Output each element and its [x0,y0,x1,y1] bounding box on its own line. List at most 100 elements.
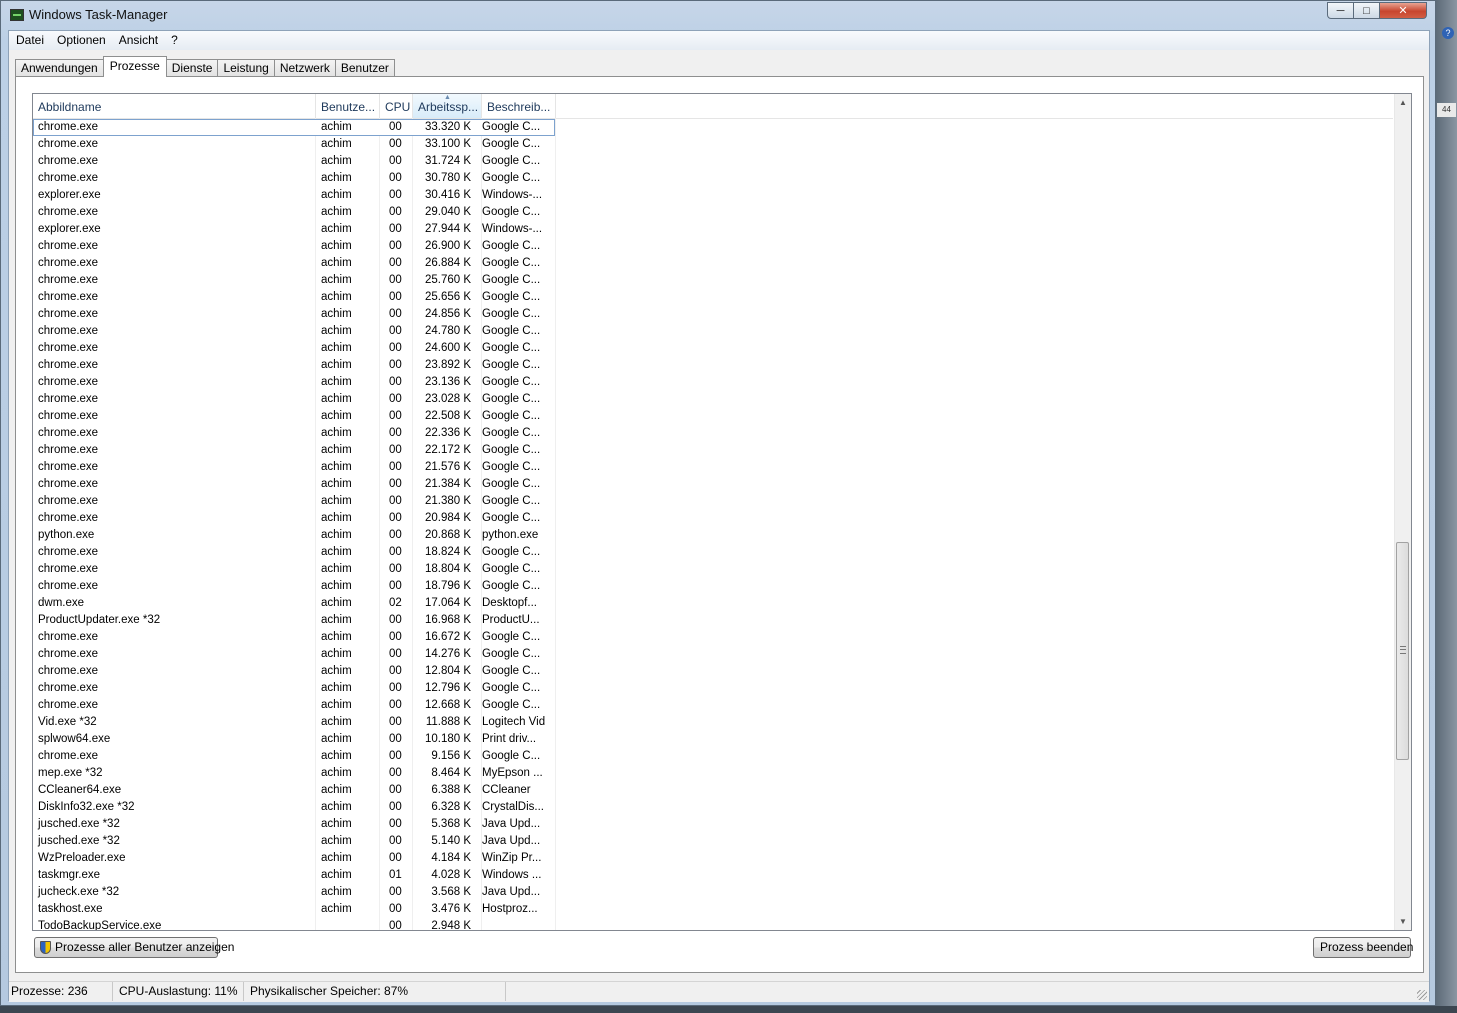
table-row[interactable]: chrome.exe achim 00 33.320 K Google C... [33,119,555,136]
cell-cpu: 00 [389,342,402,354]
tab-dienste[interactable]: Dienste [165,59,219,77]
cell-mem: 24.856 K [424,308,471,320]
table-row[interactable]: jusched.exe *32 achim 00 5.140 K Java Upd... [33,833,1393,850]
table-row[interactable]: chrome.exe achim 00 16.672 K Google C... [33,629,1393,646]
table-row[interactable]: ProductUpdater.exe *32 achim 00 16.968 K Pro… [33,612,1393,629]
menu-optionen[interactable]: Optionen [50,31,112,50]
table-row[interactable]: chrome.exe achim 00 21.384 K Google C... [33,476,1393,493]
scroll-thumb[interactable] [1396,542,1409,760]
table-row[interactable]: chrome.exe achim 00 30.780 K Google C... [33,170,1393,187]
title-bar[interactable]: Windows Task-Manager ─ □ ✕ [1,1,1435,30]
tab-leistung[interactable]: Leistung [217,59,275,77]
uac-shield-icon [40,941,51,954]
cell-desc: Google C... [482,410,541,422]
table-row[interactable]: chrome.exe achim 00 22.172 K Google C... [33,442,1393,459]
maximize-button[interactable]: □ [1354,2,1380,19]
column-header-cpu[interactable]: CPU [380,94,413,118]
table-row[interactable]: explorer.exe achim 00 30.416 K Windows-... [33,187,1393,204]
menu-ansicht[interactable]: Ansicht [112,31,164,50]
cell-desc: Google C... [482,546,541,558]
show-all-users-button[interactable]: Prozesse aller Benutzer anzeigen [34,937,234,958]
table-row[interactable]: DiskInfo32.exe *32 achim 00 6.328 K CrystalD… [33,799,1393,816]
tab-benutzer[interactable]: Benutzer [334,59,395,77]
cell-desc: Google C... [482,665,541,677]
table-row[interactable]: chrome.exe achim 00 23.892 K Google C... [33,357,1393,374]
table-row[interactable]: chrome.exe achim 00 31.724 K Google C... [33,153,1393,170]
table-row[interactable]: chrome.exe achim 00 23.028 K Google C... [33,391,1393,408]
table-row[interactable]: chrome.exe achim 00 18.824 K Google C... [33,544,1393,561]
menu-datei[interactable]: Datei [9,31,50,50]
close-icon: ✕ [1398,5,1408,17]
column-header-beschreibung[interactable]: Beschreib... [482,94,556,118]
status-bar: Prozesse: 236 CPU-Auslastung: 11% Physik… [9,981,1429,1002]
table-row[interactable]: chrome.exe achim 00 29.040 K Google C... [33,204,1393,221]
cell-user: achim [321,631,352,643]
table-row[interactable]: chrome.exe achim 00 12.804 K Google C... [33,663,1393,680]
table-row[interactable]: CCleaner64.exe achim 00 6.388 K CCleaner [33,782,1393,799]
table-row[interactable]: chrome.exe achim 00 25.760 K Google C... [33,272,1393,289]
table-row[interactable]: mep.exe *32 achim 00 8.464 K MyEpson ... [33,765,1393,782]
cell-cpu: 00 [389,784,402,796]
table-row[interactable]: chrome.exe achim 00 22.336 K Google C... [33,425,1393,442]
minimize-button[interactable]: ─ [1327,2,1354,19]
table-row[interactable]: WzPreloader.exe achim 00 4.184 K WinZip Pr..… [33,850,1393,867]
column-header-abbildname[interactable]: Abbildname [33,94,316,118]
table-row[interactable]: chrome.exe achim 00 24.780 K Google C... [33,323,1393,340]
vertical-scrollbar[interactable]: ▲ ▼ [1394,94,1411,930]
resize-grip[interactable] [1417,990,1427,1000]
table-row[interactable]: chrome.exe achim 00 24.600 K Google C... [33,340,1393,357]
scroll-down-icon[interactable]: ▼ [1395,913,1411,930]
table-row[interactable]: splwow64.exe achim 00 10.180 K Print driv... [33,731,1393,748]
table-row[interactable]: TodoBackupService.exe 00 2.948 K [33,918,1393,930]
column-header-benutzer[interactable]: Benutze... [316,94,380,118]
table-row[interactable]: chrome.exe achim 00 24.856 K Google C... [33,306,1393,323]
cell-name: chrome.exe [38,682,99,694]
desktop-background-strip: ? 44 [1436,0,1457,1013]
tab-anwendungen[interactable]: Anwendungen [15,59,104,77]
table-row[interactable]: chrome.exe achim 00 26.884 K Google C... [33,255,1393,272]
taskmanager-app-icon[interactable] [10,9,24,21]
table-row[interactable]: chrome.exe achim 00 18.796 K Google C... [33,578,1393,595]
table-row[interactable]: chrome.exe achim 00 12.796 K Google C... [33,680,1393,697]
cell-desc: Google C... [482,138,541,150]
cell-name: chrome.exe [38,631,99,643]
table-row[interactable]: chrome.exe achim 00 22.508 K Google C... [33,408,1393,425]
cell-mem: 20.984 K [424,512,471,524]
menu-help[interactable]: ? [164,31,184,50]
tab-prozesse[interactable]: Prozesse [102,56,167,77]
process-list[interactable]: Abbildname Benutze... CPU ▲ Arbeitssp...… [32,93,1412,931]
table-row[interactable]: dwm.exe achim 02 17.064 K Desktopf... [33,595,1393,612]
cell-desc: python.exe [482,529,539,541]
table-row[interactable]: jusched.exe *32 achim 00 5.368 K Java Upd... [33,816,1393,833]
table-row[interactable]: taskmgr.exe achim 01 4.028 K Windows ... [33,867,1393,884]
table-row[interactable]: chrome.exe achim 00 26.900 K Google C... [33,238,1393,255]
table-row[interactable]: Vid.exe *32 achim 00 11.888 K Logitech Vid [33,714,1393,731]
table-row[interactable]: chrome.exe achim 00 21.576 K Google C... [33,459,1393,476]
cell-user: achim [321,393,352,405]
cell-mem: 3.476 K [431,903,471,915]
table-row[interactable]: chrome.exe achim 00 12.668 K Google C... [33,697,1393,714]
table-row[interactable]: chrome.exe achim 00 23.136 K Google C... [33,374,1393,391]
table-row[interactable]: explorer.exe achim 00 27.944 K Windows-... [33,221,1393,238]
table-row[interactable]: chrome.exe achim 00 21.380 K Google C... [33,493,1393,510]
cell-cpu: 00 [389,580,402,592]
sort-ascending-icon: ▲ [444,94,451,101]
table-row[interactable]: taskhost.exe achim 00 3.476 K Hostproz... [33,901,1393,918]
table-row[interactable]: chrome.exe achim 00 18.804 K Google C... [33,561,1393,578]
table-row[interactable]: chrome.exe achim 00 25.656 K Google C... [33,289,1393,306]
end-process-button[interactable]: Prozess beenden [1313,937,1413,958]
table-row[interactable]: python.exe achim 00 20.868 K python.exe [33,527,1393,544]
scroll-up-icon[interactable]: ▲ [1395,94,1411,111]
table-row[interactable]: jucheck.exe *32 achim 00 3.568 K Java Upd... [33,884,1393,901]
processes-panel: Abbildname Benutze... CPU ▲ Arbeitssp...… [15,76,1424,973]
table-row[interactable]: chrome.exe achim 00 9.156 K Google C... [33,748,1393,765]
tab-netzwerk[interactable]: Netzwerk [273,59,336,77]
column-header-arbeitsspeicher[interactable]: ▲ Arbeitssp... [413,94,482,118]
cell-cpu: 00 [389,478,402,490]
close-button[interactable]: ✕ [1380,2,1427,19]
table-row[interactable]: chrome.exe achim 00 33.100 K Google C... [33,136,1393,153]
table-row[interactable]: chrome.exe achim 00 14.276 K Google C... [33,646,1393,663]
cell-desc: Google C... [482,631,541,643]
table-row[interactable]: chrome.exe achim 00 20.984 K Google C... [33,510,1393,527]
cell-cpu: 00 [389,665,402,677]
